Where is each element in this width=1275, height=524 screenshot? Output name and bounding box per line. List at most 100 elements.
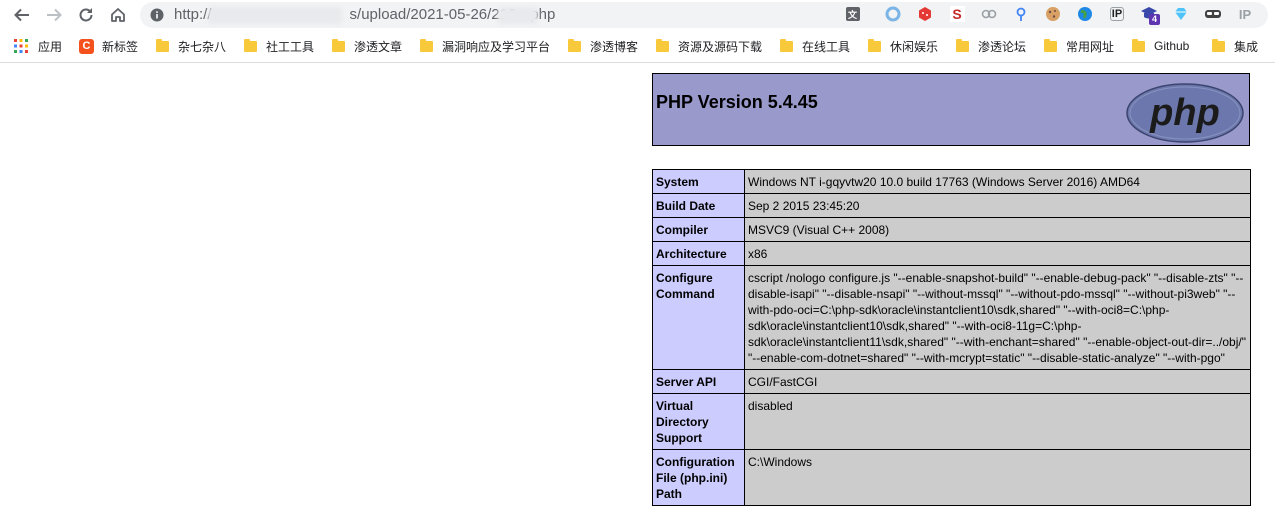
bookmark-label: 常用网址 — [1066, 39, 1115, 54]
phpinfo-table: System Windows NT i-gqyvtw20 10.0 build … — [652, 169, 1251, 506]
cookie-extension-icon[interactable] — [1044, 5, 1062, 23]
table-row: Build Date Sep 2 2015 23:45:20 — [652, 193, 1251, 218]
ip-extension-icon[interactable]: IP — [1108, 5, 1126, 23]
bookmark-folder[interactable]: 漏洞响应及学习平台 — [420, 38, 550, 54]
bookmark-folder[interactable]: 集成 — [1212, 38, 1258, 54]
circle-extension-icon[interactable] — [884, 5, 902, 23]
ip-label: IP — [1109, 7, 1125, 21]
page-title: PHP Version 5.4.45 — [656, 92, 818, 112]
translate-icon[interactable]: 文 — [844, 5, 862, 23]
table-row: Server API CGI/FastCGI — [652, 369, 1251, 394]
page-content: PHP Version 5.4.45 php System Windows NT… — [0, 63, 1275, 524]
graduation-cap-extension-icon[interactable]: 4 — [1140, 5, 1160, 25]
address-bar[interactable]: http://s/upload/2021-05-26/210 php — [140, 2, 1268, 28]
arrow-left-icon — [14, 8, 29, 22]
bookmark-folder[interactable]: 渗透论坛 — [956, 38, 1026, 54]
bookmark-folder[interactable]: 常用网址 — [1044, 38, 1114, 54]
bookmark-label: 在线工具 — [802, 39, 851, 54]
mask-extension-icon[interactable] — [1204, 5, 1222, 23]
phpinfo-header: PHP Version 5.4.45 php — [652, 73, 1250, 146]
php-logo[interactable]: php — [1125, 81, 1245, 143]
s-badge-extension-icon[interactable]: S — [948, 5, 966, 23]
bookmark-folder[interactable]: 渗透博客 — [568, 38, 638, 54]
diamond-extension-icon[interactable] — [1172, 5, 1190, 23]
bookmark-folder[interactable]: 休闲娱乐 — [868, 38, 938, 54]
globe-extension-icon[interactable] — [1076, 5, 1094, 23]
row-value: MSVC9 (Visual C++ 2008) — [744, 217, 1251, 242]
table-row: Virtual Directory Support disabled — [652, 393, 1251, 450]
forward-button[interactable] — [42, 3, 66, 27]
bookmark-label: 集成 — [1234, 39, 1259, 54]
row-value: Windows NT i-gqyvtw20 10.0 build 17763 (… — [744, 169, 1251, 194]
table-row: Configuration File (php.ini) Path C:\Win… — [652, 449, 1251, 506]
table-row: System Windows NT i-gqyvtw20 10.0 build … — [652, 169, 1251, 194]
row-value: cscript /nologo configure.js "--enable-s… — [744, 265, 1251, 370]
table-row: Architecture x86 — [652, 241, 1251, 266]
ip-text-extension-icon[interactable]: IP — [1236, 5, 1254, 23]
arrow-right-icon — [47, 8, 62, 22]
folder-icon — [1044, 38, 1057, 52]
row-value: x86 — [744, 241, 1251, 266]
ip-text-label: IP — [1238, 6, 1252, 22]
row-value: Sep 2 2015 23:45:20 — [744, 193, 1251, 218]
browser-toolbar: http://s/upload/2021-05-26/210 php 文 S IP… — [0, 0, 1275, 30]
bookmark-folder[interactable]: 资源及源码下载 — [656, 38, 762, 54]
row-key: Virtual Directory Support — [652, 393, 745, 450]
folder-icon — [956, 38, 969, 52]
bookmark-new-tab[interactable]: C 新标签 — [79, 38, 138, 54]
red-cube-extension-icon[interactable] — [916, 5, 934, 23]
row-value: C:\Windows — [744, 449, 1251, 506]
link-extension-icon[interactable] — [980, 5, 998, 23]
bookmark-label: 渗透论坛 — [978, 39, 1027, 54]
folder-icon — [156, 38, 169, 52]
folder-icon — [1132, 38, 1145, 52]
row-key: Compiler — [652, 217, 745, 242]
folder-icon — [868, 38, 881, 52]
bookmark-label: 资源及源码下载 — [678, 39, 763, 54]
row-key: Configuration File (php.ini) Path — [652, 449, 745, 506]
row-key: System — [652, 169, 745, 194]
bookmark-label: 社工工具 — [266, 39, 315, 54]
reload-icon — [79, 8, 93, 22]
bookmark-apps[interactable]: 应用 — [14, 38, 62, 54]
svg-text:文: 文 — [847, 9, 858, 21]
bookmark-label: 渗透博客 — [590, 39, 639, 54]
url-scheme: http:// — [174, 6, 212, 23]
row-value: disabled — [744, 393, 1251, 450]
home-button[interactable] — [106, 3, 130, 27]
bookmark-folder[interactable]: 在线工具 — [780, 38, 850, 54]
bookmark-label: 漏洞响应及学习平台 — [442, 39, 551, 54]
bookmarks-bar: 应用 C 新标签 杂七杂八 社工工具 渗透文章 漏洞响应及学习平台 渗透博客 资… — [0, 30, 1275, 63]
php-logo-text: php — [1149, 92, 1220, 134]
row-key: Architecture — [652, 241, 745, 266]
folder-icon — [568, 38, 581, 52]
row-key: Build Date — [652, 193, 745, 218]
reload-button[interactable] — [74, 3, 98, 27]
bookmark-label: 杂七杂八 — [178, 39, 227, 54]
folder-icon — [656, 38, 669, 52]
pin-extension-icon[interactable] — [1012, 5, 1030, 23]
bookmark-label: 新标签 — [102, 39, 139, 54]
bookmark-folder[interactable]: 杂七杂八 — [156, 38, 226, 54]
home-icon — [111, 8, 125, 22]
table-row: Compiler MSVC9 (Visual C++ 2008) — [652, 217, 1251, 242]
apps-grid-icon — [14, 39, 28, 53]
extension-badge: 4 — [1149, 14, 1160, 25]
row-key: Configure Command — [652, 265, 745, 370]
folder-icon — [332, 38, 345, 52]
bookmark-label: 渗透文章 — [354, 39, 403, 54]
row-value: CGI/FastCGI — [744, 369, 1251, 394]
bookmark-label: Github — [1154, 39, 1190, 53]
url-redaction — [498, 7, 538, 24]
folder-icon — [1212, 38, 1225, 52]
bookmark-folder[interactable]: Github — [1132, 38, 1189, 54]
table-row: Configure Command cscript /nologo config… — [652, 265, 1251, 370]
bookmark-folder[interactable]: 社工工具 — [244, 38, 314, 54]
url-redaction — [208, 7, 342, 24]
bookmark-label: 休闲娱乐 — [890, 39, 939, 54]
back-button[interactable] — [10, 3, 34, 27]
info-icon — [150, 8, 164, 22]
folder-icon — [244, 38, 257, 52]
bookmark-folder[interactable]: 渗透文章 — [332, 38, 402, 54]
folder-icon — [780, 38, 793, 52]
